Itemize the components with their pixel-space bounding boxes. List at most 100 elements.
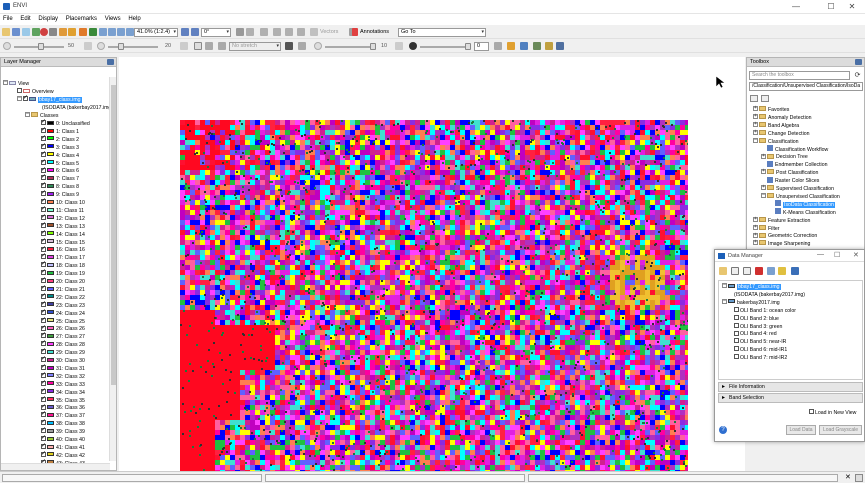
- class-checkbox[interactable]: [41, 166, 46, 174]
- class-checkbox[interactable]: [41, 434, 46, 442]
- image-view[interactable]: [119, 57, 745, 481]
- toolbox-item[interactable]: Raster Color Slices: [761, 176, 819, 185]
- band-selection-section[interactable]: Band Selection: [718, 393, 863, 403]
- class-row[interactable]: 37: Class 37: [41, 410, 85, 420]
- class-row[interactable]: 10: Class 10: [41, 197, 85, 207]
- class-row[interactable]: 33: Class 33: [41, 379, 85, 389]
- menu-edit[interactable]: Edit: [17, 14, 33, 22]
- tree-layer[interactable]: –bbay17_class.img: [17, 94, 82, 104]
- class-row[interactable]: 8: Class 8: [41, 181, 79, 191]
- class-checkbox[interactable]: [41, 403, 46, 411]
- reset-brightness-icon[interactable]: [84, 42, 92, 50]
- class-checkbox[interactable]: [41, 308, 46, 316]
- collapse-icon[interactable]: –: [3, 80, 8, 86]
- fixed-zoom-icon[interactable]: [117, 28, 125, 36]
- dm-maximize-button[interactable]: ☐: [834, 251, 840, 259]
- class-row[interactable]: 14: Class 14: [41, 229, 85, 239]
- menu-placemarks[interactable]: Placemarks: [63, 14, 100, 22]
- layer-manager-hscrollbar[interactable]: [1, 463, 110, 470]
- toolbox-item[interactable]: Classification Workflow: [761, 145, 828, 154]
- data-manager-item[interactable]: OLI Band 2: blue: [734, 314, 779, 323]
- expand-icon[interactable]: –: [753, 137, 758, 143]
- transparency-value[interactable]: 0: [474, 42, 489, 51]
- rotate-left-icon[interactable]: [181, 28, 189, 36]
- class-checkbox[interactable]: [41, 300, 46, 308]
- class-row[interactable]: 12: Class 12: [41, 213, 85, 223]
- reset-transparency-icon[interactable]: [494, 42, 502, 50]
- class-row[interactable]: 9: Class 9: [41, 189, 79, 199]
- class-checkbox[interactable]: [41, 245, 46, 253]
- dm-minimize-button[interactable]: —: [817, 251, 824, 258]
- class-checkbox[interactable]: [41, 268, 46, 276]
- rotation-select[interactable]: 0° ▾: [201, 28, 231, 37]
- fly-icon[interactable]: [68, 28, 76, 36]
- reset-sharpen-icon[interactable]: [395, 42, 403, 50]
- close-button[interactable]: ✕: [839, 1, 865, 13]
- select-icon[interactable]: [49, 28, 57, 36]
- class-checkbox[interactable]: [41, 426, 46, 434]
- class-checkbox[interactable]: [41, 395, 46, 403]
- pin-icon[interactable]: [107, 59, 114, 65]
- class-row[interactable]: 19: Class 19: [41, 268, 85, 278]
- classified-image[interactable]: [180, 120, 688, 481]
- transparency-slider[interactable]: [420, 46, 470, 48]
- toolbox-item[interactable]: + Supervised Classification: [761, 185, 834, 193]
- minimize-button[interactable]: —: [783, 1, 809, 13]
- expand-icon[interactable]: +: [753, 106, 758, 112]
- edit-vector-icon[interactable]: [285, 28, 293, 36]
- class-checkbox[interactable]: [41, 379, 46, 387]
- class-row[interactable]: 25: Class 25: [41, 316, 85, 326]
- expand-icon[interactable]: –: [761, 193, 766, 199]
- class-row[interactable]: 2: Class 2: [41, 134, 79, 144]
- class-row[interactable]: 36: Class 36: [41, 403, 85, 412]
- class-row[interactable]: 38: Class 38: [41, 418, 85, 428]
- toolbox-item[interactable]: + Band Algebra: [753, 121, 799, 130]
- class-row[interactable]: 32: Class 32: [41, 371, 85, 381]
- data-manager-item[interactable]: OLI Band 7: mid-IR2: [734, 354, 787, 362]
- sharpen-slider[interactable]: [325, 46, 375, 48]
- data-manager-item[interactable]: – bbay17_class.img: [722, 283, 781, 291]
- expand-icon[interactable]: +: [753, 240, 758, 246]
- class-checkbox[interactable]: [41, 150, 46, 158]
- class-row[interactable]: 13: Class 13: [41, 221, 85, 231]
- class-row[interactable]: 6: Class 6: [41, 166, 79, 175]
- class-checkbox[interactable]: [41, 197, 46, 205]
- class-checkbox[interactable]: [41, 205, 46, 213]
- toolbox-pin-icon[interactable]: [855, 59, 862, 65]
- swipe-icon[interactable]: [545, 42, 553, 50]
- class-row[interactable]: 7: Class 7: [41, 173, 79, 183]
- toolbox-item[interactable]: + Anomaly Detection: [753, 114, 812, 122]
- layer-icon[interactable]: [32, 28, 40, 36]
- reset-contrast-icon[interactable]: [180, 42, 188, 50]
- menu-file[interactable]: File: [0, 14, 16, 22]
- class-row[interactable]: 24: Class 24: [41, 308, 85, 318]
- class-row[interactable]: 20: Class 20: [41, 276, 85, 286]
- open-icon[interactable]: [2, 28, 10, 36]
- annotation-icon[interactable]: [352, 28, 358, 36]
- data-manager-item[interactable]: OLI Band 4: red: [734, 330, 777, 338]
- class-checkbox[interactable]: [41, 237, 46, 245]
- class-row[interactable]: 11: Class 11: [41, 205, 84, 215]
- refresh-icon[interactable]: ⟳: [853, 71, 862, 80]
- north-up-icon[interactable]: [236, 28, 244, 36]
- class-checkbox[interactable]: [41, 371, 46, 379]
- class-row[interactable]: 28: Class 28: [41, 339, 85, 349]
- toolbox-item[interactable]: + Feature Extraction: [753, 216, 810, 225]
- class-checkbox[interactable]: [41, 450, 46, 458]
- class-checkbox[interactable]: [41, 363, 46, 371]
- toolbox-search-input[interactable]: Search the toolbox: [749, 71, 850, 80]
- expand-icon[interactable]: +: [753, 129, 758, 135]
- vectors-icon[interactable]: [310, 28, 318, 36]
- load-grayscale-button[interactable]: Load Grayscale: [819, 425, 862, 435]
- class-checkbox[interactable]: [41, 339, 46, 347]
- menu-views[interactable]: Views: [102, 14, 124, 22]
- toolbox-item[interactable]: K-Means Classification: [769, 208, 836, 217]
- dm-close-file-icon[interactable]: [755, 267, 763, 275]
- class-checkbox[interactable]: [41, 142, 46, 150]
- class-row[interactable]: 5: Class 5: [41, 158, 79, 168]
- layer-checkbox[interactable]: [23, 94, 28, 102]
- class-row[interactable]: 26: Class 26: [41, 324, 85, 333]
- portal-icon[interactable]: [507, 42, 515, 50]
- dm-expand-icon[interactable]: [731, 267, 739, 275]
- toolbox-item[interactable]: Endmember Collection: [761, 160, 827, 169]
